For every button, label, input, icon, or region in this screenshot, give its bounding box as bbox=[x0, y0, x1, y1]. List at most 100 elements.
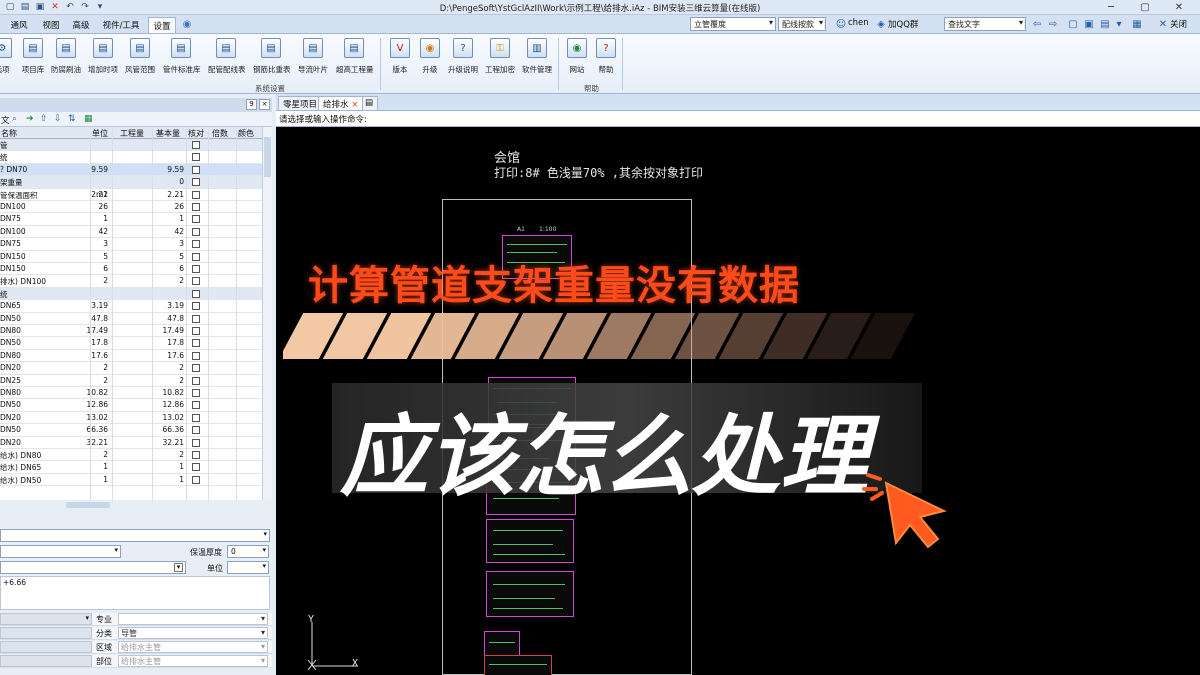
row-check-checkbox[interactable] bbox=[192, 401, 200, 410]
table-row[interactable]: 管 bbox=[0, 139, 262, 152]
table-row[interactable]: DN80 10.82 10.82 bbox=[0, 387, 262, 400]
tab-misc-items[interactable]: 零星项目 bbox=[278, 96, 323, 110]
table-row[interactable]: DN25 2 2 bbox=[0, 375, 262, 387]
table-row[interactable]: DN80 17.6 17.6 bbox=[0, 350, 262, 363]
splitter-handle[interactable] bbox=[66, 502, 110, 508]
row-check-checkbox[interactable] bbox=[192, 389, 200, 397]
wiring-table-button[interactable]: ▤ 配管配线表 bbox=[208, 38, 246, 75]
region-combo[interactable]: 给排水主管 ▾ bbox=[118, 641, 268, 653]
row-check-checkbox[interactable] bbox=[192, 364, 200, 373]
table-row[interactable]: 给水) DN80 2 2 bbox=[0, 449, 262, 462]
join-qq-link[interactable]: 加QQ群 bbox=[888, 18, 918, 30]
search-icon[interactable]: ⌕ bbox=[12, 114, 17, 124]
table-row[interactable]: DN20 13.02 13.02 bbox=[0, 412, 262, 425]
table-row[interactable]: 排水) DN100 2 2 bbox=[0, 275, 262, 288]
prop-left-combo[interactable] bbox=[0, 627, 92, 639]
col-multiple[interactable]: 倍数 bbox=[212, 128, 228, 139]
row-check-checkbox[interactable] bbox=[192, 413, 200, 422]
row-check-checkbox[interactable] bbox=[192, 451, 200, 459]
row-check-checkbox[interactable] bbox=[192, 475, 200, 484]
row-check-checkbox[interactable] bbox=[192, 215, 200, 224]
find-next-icon[interactable]: ⇨ bbox=[1046, 17, 1060, 31]
col-quantity[interactable]: 工程量 bbox=[120, 128, 144, 139]
discipline-combo[interactable]: ▾ bbox=[118, 613, 268, 625]
project-library-button[interactable]: ▤ 项目库 bbox=[15, 38, 51, 75]
table-row[interactable]: DN150 5 5 bbox=[0, 251, 262, 263]
table-row[interactable]: DN100 42 42 bbox=[0, 226, 262, 239]
table-row[interactable]: DN75 1 1 bbox=[0, 213, 262, 226]
table-row[interactable]: DN20 32.21 32.21 bbox=[0, 437, 262, 449]
maximize-button[interactable]: ▢ bbox=[1128, 0, 1162, 14]
tab-water-drainage[interactable]: 给排水 × bbox=[318, 96, 364, 110]
steel-density-button[interactable]: ▤ 钢筋比重表 bbox=[253, 38, 291, 75]
row-check-checkbox[interactable] bbox=[192, 153, 200, 162]
table-row[interactable]: DN50 17.8 17.8 bbox=[0, 337, 262, 350]
software-manage-button[interactable]: ▥ 软件管理 bbox=[519, 38, 555, 75]
paste-icon[interactable]: ▣ bbox=[1082, 17, 1096, 31]
prop-left-combo[interactable]: ▾ bbox=[0, 613, 92, 625]
close-doc-icon[interactable]: ✕ bbox=[1156, 17, 1170, 31]
tab-close-icon[interactable]: × bbox=[351, 100, 358, 110]
upgrade-notes-button[interactable]: ? 升级说明 bbox=[445, 38, 481, 75]
table-row[interactable]: DN50 47.8 47.8 bbox=[0, 313, 262, 325]
row-check-checkbox[interactable] bbox=[192, 240, 200, 249]
spec-input[interactable]: ▾ bbox=[0, 561, 186, 574]
row-check-checkbox[interactable] bbox=[192, 141, 200, 149]
category-combo[interactable]: 导管 ▾ bbox=[118, 627, 268, 639]
grid-scrollbar[interactable] bbox=[262, 127, 272, 500]
sort-icon[interactable]: ⇅ bbox=[68, 114, 76, 124]
row-check-checkbox[interactable] bbox=[192, 277, 200, 286]
table-row[interactable]: 架重量 0 bbox=[0, 176, 262, 189]
table-row[interactable]: 统 bbox=[0, 151, 262, 164]
panel-counter[interactable]: 9 bbox=[246, 99, 257, 110]
table-row[interactable]: 给水) DN65 1 1 bbox=[0, 461, 262, 474]
row-check-checkbox[interactable] bbox=[192, 339, 200, 348]
row-check-checkbox[interactable] bbox=[192, 227, 200, 236]
search-text-input[interactable]: 查找文字 ▾ bbox=[944, 17, 1026, 31]
col-name[interactable]: 名称 bbox=[1, 128, 17, 139]
table-row[interactable]: 管保温面积 m2 2.21 2.21 bbox=[0, 189, 262, 201]
help-button[interactable]: ? 帮助 bbox=[588, 38, 624, 75]
over-height-button[interactable]: ▤ 超高工程量 bbox=[336, 38, 374, 75]
tab-advanced[interactable]: 高级 bbox=[68, 17, 94, 33]
scroll-thumb[interactable] bbox=[264, 137, 271, 177]
table-row[interactable]: DN50 12.86 12.86 bbox=[0, 399, 262, 412]
new-tab-icon[interactable]: ▤ bbox=[362, 96, 378, 110]
table-row[interactable]: 给水) DN50 1 1 bbox=[0, 474, 262, 487]
filter-icon[interactable]: ▦ bbox=[84, 114, 93, 124]
project-encrypt-button[interactable]: ⚿ 工程加密 bbox=[482, 38, 518, 75]
find-prev-icon[interactable]: ⇦ bbox=[1030, 17, 1044, 31]
row-check-checkbox[interactable] bbox=[192, 289, 200, 298]
drawing-thumbnail[interactable] bbox=[486, 571, 574, 617]
anticorrosion-button[interactable]: ▤ 防腐刷油 bbox=[48, 38, 84, 75]
row-check-checkbox[interactable] bbox=[192, 265, 200, 273]
col-check[interactable]: 核对 bbox=[188, 128, 204, 139]
close-doc-label[interactable]: 关闭 bbox=[1170, 18, 1187, 30]
col-unit[interactable]: 单位 bbox=[92, 128, 108, 139]
add-item-button[interactable]: ▤ 增加时项 bbox=[85, 38, 121, 75]
row-check-checkbox[interactable] bbox=[192, 314, 200, 323]
table-row[interactable]: ? DN70 9.59 9.59 bbox=[0, 163, 262, 177]
fitting-library-button[interactable]: ▤ 管件标准库 bbox=[163, 38, 201, 75]
insulation-combo[interactable]: 0 ▾ bbox=[227, 545, 269, 558]
prop-left-combo[interactable] bbox=[0, 655, 92, 667]
tab-help-icon[interactable]: ◉ bbox=[180, 17, 194, 31]
table-row[interactable]: DN65 3.19 3.19 bbox=[0, 300, 262, 313]
col-base[interactable]: 基本量 bbox=[156, 128, 180, 139]
line-combo[interactable]: 配线按款 ▾ bbox=[778, 17, 826, 31]
table-row[interactable]: DN80 17.49 17.49 bbox=[0, 325, 262, 338]
copy-icon[interactable]: ▢ bbox=[1066, 17, 1080, 31]
close-button[interactable]: ✕ bbox=[1162, 0, 1196, 14]
options-dropdown-icon[interactable]: ▾ bbox=[1112, 17, 1126, 31]
table-row[interactable]: DN75 3 3 bbox=[0, 238, 262, 251]
table-row[interactable]: DN20 2 2 bbox=[0, 362, 262, 375]
table-row[interactable]: 统 bbox=[0, 287, 262, 301]
row-check-checkbox[interactable] bbox=[192, 302, 200, 311]
tab-ventilation[interactable]: 通风 bbox=[4, 17, 34, 33]
row-check-checkbox[interactable] bbox=[192, 190, 200, 199]
window-icon[interactable]: ▤ bbox=[1098, 17, 1112, 31]
go-icon[interactable]: ➔ bbox=[26, 114, 34, 124]
layer-combo[interactable]: 立管覆度 ▾ bbox=[690, 17, 776, 31]
col-color[interactable]: 颜色 bbox=[238, 128, 254, 139]
row-check-checkbox[interactable] bbox=[192, 426, 200, 435]
